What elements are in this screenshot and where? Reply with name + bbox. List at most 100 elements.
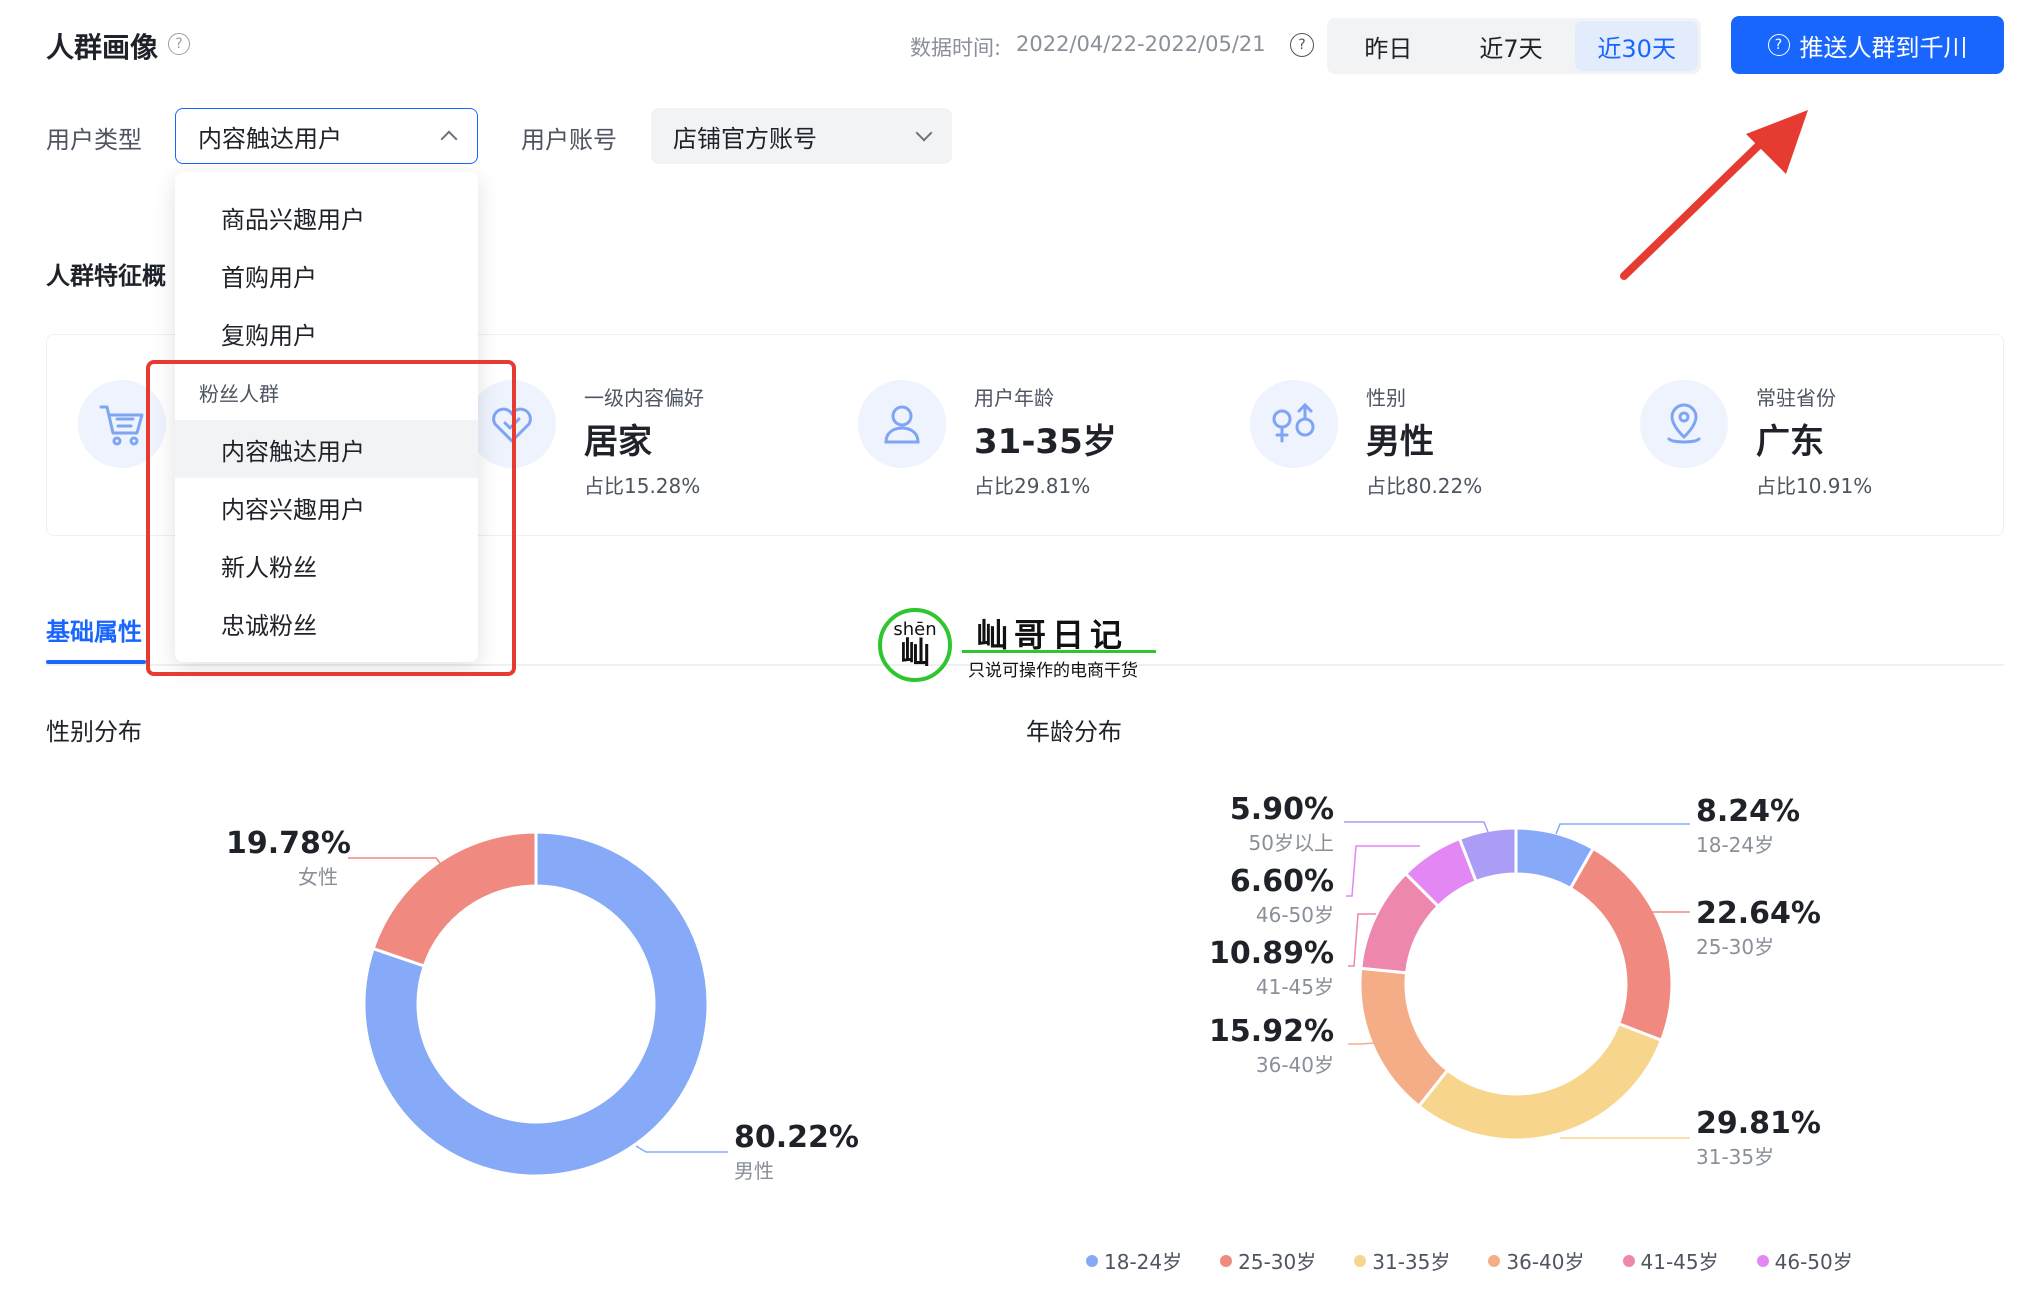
age-slice-2[interactable] [1416, 1021, 1664, 1142]
user-type-value: 内容触达用户 [198, 124, 342, 153]
push-button-label: 推送人群到千川 [1799, 33, 1968, 62]
legend-dot-icon [1622, 1254, 1635, 1267]
overview-section-title: 人群特征概 [46, 262, 166, 290]
age-50-plus-pct: 5.90% [1229, 792, 1334, 827]
age-label-25-30: 22.64% 25-30岁 [1696, 896, 1821, 960]
user-age-value: 31-35岁 [974, 422, 1117, 462]
user-type-select[interactable]: 内容触达用户 [175, 108, 478, 164]
legend-label: 46-50岁 [1774, 1250, 1853, 1274]
gender-pct: 占比80.22% [1366, 474, 1483, 498]
age-41-45-pct: 10.89% [1209, 936, 1334, 971]
user-age-pct: 占比29.81% [974, 474, 1091, 498]
watermark-logo: shēn 屾 [878, 608, 952, 682]
legend-dot-icon [1220, 1254, 1233, 1267]
age-leader-6 [1344, 821, 1489, 833]
age-41-45-name: 41-45岁 [1255, 975, 1334, 999]
age-label-36-40: 15.92% 36-40岁 [1170, 1014, 1334, 1078]
help-icon: ? [1767, 34, 1790, 56]
age-label-50-plus: 5.90% 50岁以上 [1170, 792, 1334, 856]
age-18-24-pct: 8.24% [1696, 794, 1801, 829]
legend-dot-icon [1488, 1254, 1501, 1267]
range-30-days[interactable]: 近30天 [1575, 21, 1699, 71]
province-value: 广东 [1756, 422, 1824, 462]
male-pct: 80.22% [734, 1120, 859, 1155]
age-label-46-50: 6.60% 46-50岁 [1170, 864, 1334, 928]
page-title: 人群画像 [46, 31, 159, 64]
gender-label: 性别 [1366, 386, 1406, 410]
watermark-subtitle: 只说可操作的电商干货 [968, 661, 1138, 681]
chevron-up-icon [440, 130, 458, 148]
help-icon[interactable]: ? [168, 33, 190, 55]
user-type-label: 用户类型 [46, 126, 142, 154]
age-slice-3[interactable] [1358, 966, 1450, 1109]
age-label-41-45: 10.89% 41-45岁 [1170, 936, 1334, 1000]
dropdown-item-product-interest[interactable]: 商品兴趣用户 [175, 188, 478, 246]
user-age-label: 用户年龄 [974, 386, 1054, 410]
female-pct: 19.78% [226, 826, 351, 861]
tab-basic-attributes[interactable]: 基础属性 [46, 612, 142, 647]
watermark-underline [962, 650, 1156, 653]
age-label-18-24: 8.24% 18-24岁 [1696, 794, 1800, 858]
content-pref-value: 居家 [584, 422, 652, 462]
legend-item[interactable]: 46-50岁 [1756, 1246, 1853, 1275]
age-leader-0 [1555, 823, 1690, 835]
data-time-value: 2022/04/22-2022/05/21 [1016, 32, 1266, 56]
dropdown-item-repurchase[interactable]: 复购用户 [175, 304, 478, 362]
legend-dot-icon [1756, 1254, 1769, 1267]
push-to-qianchuan-button[interactable]: ? 推送人群到千川 [1731, 16, 2004, 74]
age-46-50-name: 46-50岁 [1255, 903, 1334, 927]
annotation-arrow-icon [1620, 110, 1808, 280]
gender-slice-1[interactable] [371, 830, 538, 968]
location-icon [1640, 380, 1728, 468]
annotation-highlight-box [146, 360, 516, 676]
legend-item[interactable]: 36-40岁 [1488, 1246, 1585, 1275]
age-36-40-pct: 15.92% [1209, 1014, 1334, 1049]
gender-label-female: 19.78% 女性 [226, 826, 351, 890]
age-36-40-name: 36-40岁 [1255, 1053, 1334, 1077]
age-31-35-name: 31-35岁 [1696, 1145, 1775, 1169]
legend-label: 18-24岁 [1104, 1250, 1183, 1274]
province-label: 常驻省份 [1756, 386, 1836, 410]
range-7-days[interactable]: 近7天 [1450, 18, 1573, 74]
legend-label: 41-45岁 [1640, 1250, 1719, 1274]
gender-leader-male [635, 1145, 728, 1153]
female-name: 女性 [298, 865, 338, 889]
user-account-value: 店铺官方账号 [673, 124, 817, 153]
age-slice-1[interactable] [1568, 846, 1674, 1043]
legend-label: 36-40岁 [1506, 1250, 1585, 1274]
watermark-char: 屾 [900, 636, 930, 671]
legend-item[interactable]: 41-45岁 [1622, 1246, 1719, 1275]
legend-dot-icon [1354, 1254, 1367, 1267]
chevron-down-icon [915, 124, 933, 142]
data-time-help-icon[interactable]: ? [1290, 33, 1314, 57]
age-label-31-35: 29.81% 31-35岁 [1696, 1106, 1821, 1170]
time-range-selector: 昨日 近7天 近30天 [1327, 18, 1701, 74]
age-18-24-name: 18-24岁 [1696, 833, 1775, 857]
age-46-50-pct: 6.60% [1229, 864, 1334, 899]
age-donut-chart [1344, 821, 1690, 1142]
province-pct: 占比10.91% [1756, 474, 1873, 498]
dropdown-item-first-purchase[interactable]: 首购用户 [175, 246, 478, 304]
age-chart-legend: 18-24岁 25-30岁 31-35岁 36-40岁 41-45岁 46-50岁 [1086, 1246, 1853, 1275]
gender-value: 男性 [1366, 422, 1434, 462]
user-account-label: 用户账号 [521, 126, 617, 154]
legend-label: 25-30岁 [1238, 1250, 1317, 1274]
user-account-select[interactable]: 店铺官方账号 [651, 108, 952, 164]
gender-leader-female [348, 857, 445, 869]
user-icon [858, 380, 946, 468]
legend-item[interactable]: 18-24岁 [1086, 1246, 1182, 1275]
range-yesterday[interactable]: 昨日 [1327, 18, 1450, 74]
gender-label-male: 80.22% 男性 [734, 1120, 859, 1184]
legend-item[interactable]: 31-35岁 [1354, 1246, 1450, 1275]
legend-item[interactable]: 25-30岁 [1220, 1246, 1316, 1275]
data-time-label: 数据时间: [910, 36, 1002, 60]
age-25-30-name: 25-30岁 [1696, 935, 1775, 959]
age-25-30-pct: 22.64% [1696, 896, 1821, 931]
content-pref-label: 一级内容偏好 [584, 386, 704, 410]
tab-active-indicator [46, 660, 146, 664]
gender-icon [1250, 380, 1338, 468]
legend-dot-icon [1086, 1254, 1098, 1267]
legend-label: 31-35岁 [1372, 1250, 1451, 1274]
content-pref-pct: 占比15.28% [584, 474, 701, 498]
male-name: 男性 [734, 1159, 774, 1183]
